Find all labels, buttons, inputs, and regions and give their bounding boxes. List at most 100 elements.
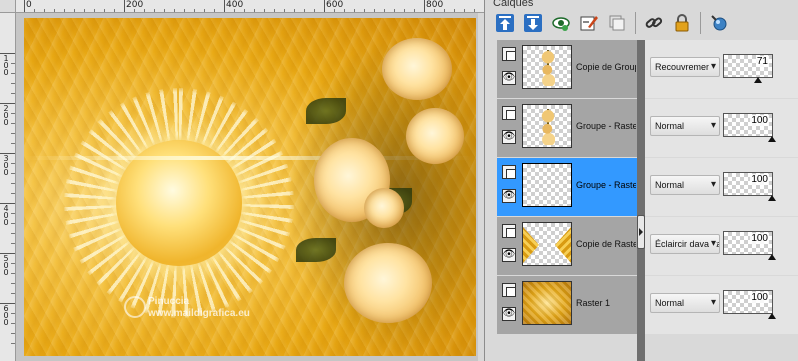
opacity-value[interactable]: 100 [750, 233, 769, 244]
opacity-slider-marker[interactable] [754, 77, 762, 83]
ruler-minor-tick [11, 223, 15, 224]
blend-mode-dropdown[interactable]: Normal [650, 293, 720, 313]
toolbar-separator [700, 12, 701, 34]
leaf [306, 98, 346, 124]
ruler-minor-tick [64, 9, 65, 12]
move-layer-up-icon[interactable] [493, 11, 517, 35]
move-layer-down-icon[interactable] [521, 11, 545, 35]
opacity-value[interactable]: 100 [750, 292, 769, 303]
layer-mask-toggle-icon[interactable] [502, 106, 516, 120]
lock-layer-icon[interactable] [670, 11, 694, 35]
layer-row[interactable]: 👁 Copie de Raster 1 Éclaircir davantage 100 [497, 217, 798, 275]
link-layer-icon[interactable] [642, 11, 666, 35]
ruler-minor-tick [11, 213, 15, 214]
layer-mask-toggle-icon[interactable] [502, 165, 516, 179]
eye-icon[interactable]: 👁 [502, 189, 516, 203]
panel-splitter[interactable] [637, 40, 645, 361]
opacity-value[interactable]: 100 [750, 174, 769, 185]
ruler-minor-tick [144, 9, 145, 12]
layer-row[interactable]: 👁 Copie de Groupe - R Recouvrement 71 [497, 40, 798, 98]
ruler-minor-tick [11, 323, 15, 324]
layer-name-area[interactable]: 👁 Groupe - Raster 2 [497, 99, 637, 157]
rosebud [364, 188, 404, 228]
opacity-slider-marker[interactable] [768, 313, 776, 319]
ruler-minor-tick [54, 9, 55, 12]
ruler-minor-tick [284, 9, 285, 12]
blend-mode-dropdown[interactable]: Recouvrement [650, 57, 720, 77]
blend-mode-dropdown[interactable]: Normal [650, 116, 720, 136]
layer-name: Copie de Raster 1 [576, 239, 636, 249]
layer-name-area[interactable]: 👁 Copie de Groupe - R [497, 40, 637, 98]
panel-title: Calques [493, 0, 534, 8]
layer-mask-toggle-icon[interactable] [502, 47, 516, 61]
image-workspace: 0 200 400 600 800 1 0 0 2 0 0 3 0 0 4 0 0 5 0 0 6… [0, 0, 484, 361]
ruler-label: 1 0 0 [3, 54, 9, 77]
ruler-minor-tick [384, 9, 385, 12]
layer-visibility-icon[interactable] [549, 11, 573, 35]
ruler-minor-tick [11, 173, 15, 174]
eye-icon[interactable]: 👁 [502, 248, 516, 262]
opacity-slider-marker[interactable] [768, 136, 776, 142]
blend-mode-dropdown[interactable]: Éclaircir davantage [650, 234, 720, 254]
opacity-slider[interactable]: 100 [723, 290, 776, 319]
layer-style-icon[interactable] [707, 11, 731, 35]
vertical-ruler: 1 0 0 2 0 0 3 0 0 4 0 0 5 0 0 6 0 0 [0, 13, 16, 361]
opacity-slider[interactable]: 71 [723, 54, 773, 83]
layer-name: Raster 1 [576, 298, 611, 308]
layer-properties-icon[interactable] [577, 11, 601, 35]
ruler-minor-tick [11, 73, 15, 74]
opacity-slider-marker[interactable] [768, 254, 776, 260]
layer-row[interactable]: 👁 Groupe - Raster 2 Normal 100 [497, 158, 798, 216]
layer-properties-area: Normal 100 [645, 276, 798, 334]
roses-bouquet [286, 38, 476, 356]
layer-properties-area: Normal 100 [645, 158, 798, 216]
ruler-label: 3 0 0 [3, 154, 9, 177]
ruler-minor-tick [244, 9, 245, 12]
watermark: Pinuccia www.maildigrafica.eu [124, 296, 250, 320]
splitter-collapse-button[interactable] [637, 215, 645, 249]
layer-row[interactable]: 👁 Raster 1 Normal 100 [497, 276, 798, 334]
ruler-minor-tick [374, 9, 375, 12]
eye-icon[interactable]: 👁 [502, 130, 516, 144]
opacity-slider[interactable]: 100 [723, 172, 776, 201]
ruler-minor-tick [11, 273, 15, 274]
ruler-minor-tick [11, 343, 15, 344]
ruler-label: 4 0 0 [3, 204, 9, 227]
layer-mask-toggle-icon[interactable] [502, 283, 516, 297]
opacity-slider[interactable]: 100 [723, 231, 776, 260]
ruler-corner [0, 0, 16, 13]
layer-properties-area: Normal 100 [645, 99, 798, 157]
layer-name-area[interactable]: 👁 Groupe - Raster 2 [497, 158, 637, 216]
ruler-minor-tick [11, 283, 15, 284]
ruler-minor-tick [34, 9, 35, 12]
layer-name-area[interactable]: 👁 Copie de Raster 1 [497, 217, 637, 275]
new-layer-icon[interactable] [605, 11, 629, 35]
ruler-minor-tick [314, 9, 315, 12]
ruler-minor-tick [11, 263, 15, 264]
ruler-minor-tick [11, 83, 15, 84]
layer-name: Groupe - Raster 2 [576, 180, 636, 190]
eye-icon[interactable]: 👁 [502, 71, 516, 85]
ruler-minor-tick [44, 9, 45, 12]
ruler-minor-tick [294, 9, 295, 12]
layers-panel: Calques 👁 Raster 1 Normal 100 👁 Copie de Rast… [484, 0, 798, 361]
layer-row[interactable]: 👁 Groupe - Raster 2 Normal 100 [497, 99, 798, 157]
opacity-value[interactable]: 71 [755, 56, 769, 67]
opacity-slider[interactable]: 100 [723, 113, 776, 142]
blend-mode-dropdown[interactable]: Normal [650, 175, 720, 195]
layer-thumbnail [522, 222, 572, 266]
horizontal-ruler: 0 200 400 600 800 [16, 0, 484, 13]
ruler-minor-tick [334, 9, 335, 12]
image-canvas[interactable]: Pinuccia www.maildigrafica.eu [24, 18, 476, 356]
ruler-minor-tick [11, 333, 15, 334]
opacity-value[interactable]: 100 [750, 115, 769, 126]
ruler-minor-tick [254, 9, 255, 12]
eye-icon[interactable]: 👁 [502, 307, 516, 321]
ruler-minor-tick [274, 9, 275, 12]
layer-mask-toggle-icon[interactable] [502, 224, 516, 238]
opacity-slider-marker[interactable] [768, 195, 776, 201]
ruler-minor-tick [11, 123, 15, 124]
layer-name: Groupe - Raster 2 [576, 121, 636, 131]
layer-name-area[interactable]: 👁 Raster 1 [497, 276, 637, 334]
watermark-logo [124, 296, 146, 318]
